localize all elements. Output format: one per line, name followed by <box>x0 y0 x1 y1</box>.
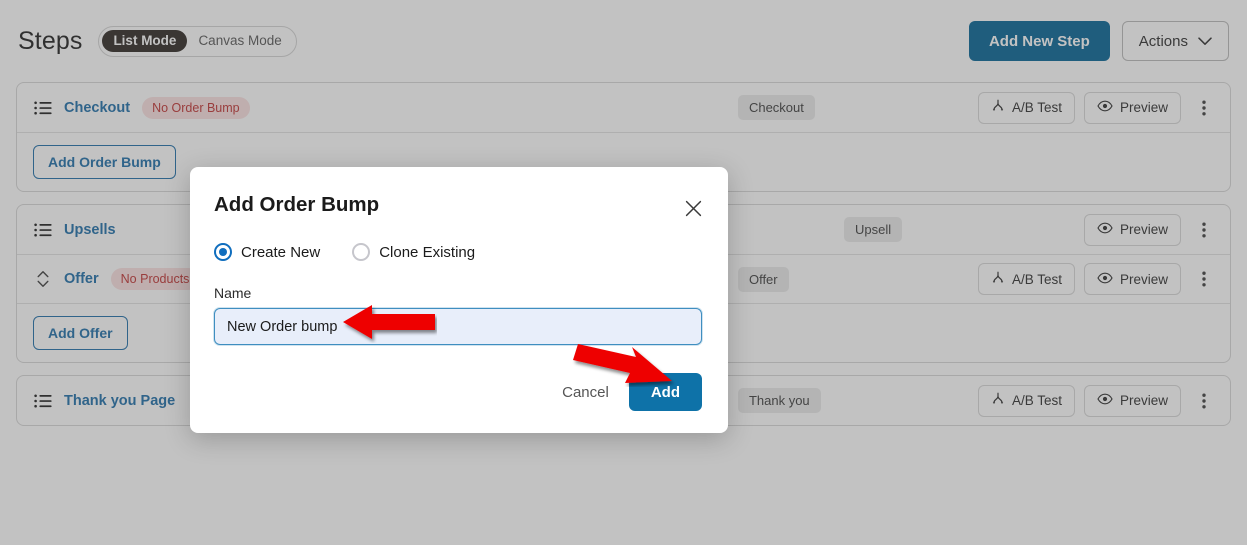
radio-create-new[interactable]: Create New <box>214 243 320 261</box>
radio-clone-existing-indicator[interactable] <box>352 243 371 261</box>
dialog-header: Add Order Bump <box>214 193 702 221</box>
close-icon[interactable] <box>680 195 706 221</box>
radio-create-new-label: Create New <box>241 243 321 261</box>
radio-clone-existing-label: Clone Existing <box>379 243 476 261</box>
name-input[interactable] <box>214 308 702 345</box>
radio-create-new-indicator[interactable] <box>214 243 232 261</box>
add-button[interactable]: Add <box>628 373 702 411</box>
add-order-bump-dialog: Add Order Bump Create New Clone Existing… <box>190 167 728 433</box>
radio-clone-existing[interactable]: Clone Existing <box>352 243 475 261</box>
name-field-label: Name <box>214 285 252 301</box>
dialog-footer: Cancel Add <box>214 373 702 411</box>
source-radio-group: Create New Clone Existing <box>214 243 702 261</box>
dialog-title: Add Order Bump <box>214 193 380 216</box>
cancel-button[interactable]: Cancel <box>558 378 613 407</box>
